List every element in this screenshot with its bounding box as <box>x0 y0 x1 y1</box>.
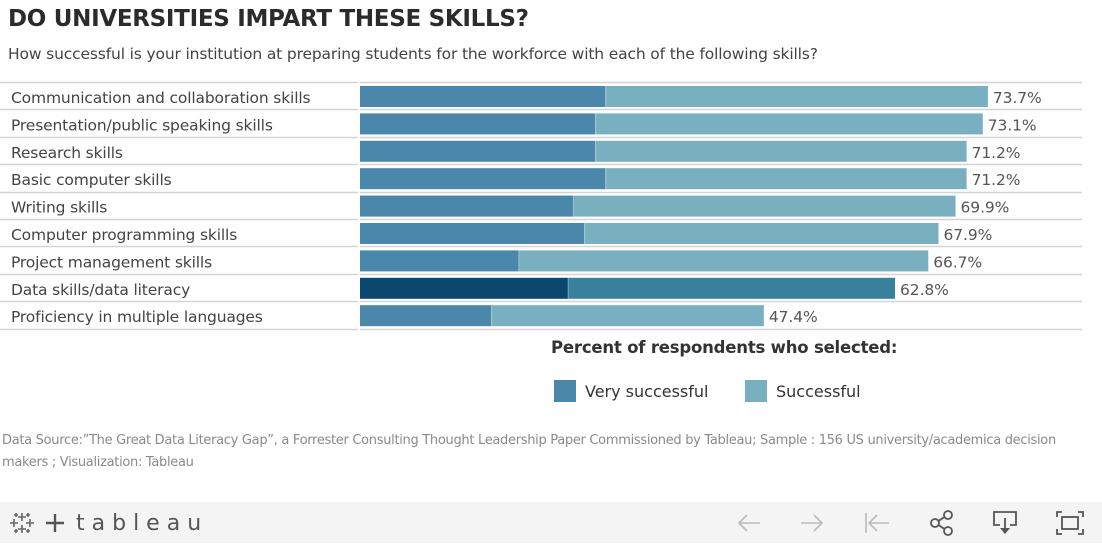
total-value-label: 66.7% <box>933 253 982 271</box>
tableau-wordmark: tableau <box>76 510 209 536</box>
fullscreen-button[interactable] <box>1055 508 1085 538</box>
share-button[interactable] <box>927 508 957 538</box>
redo-button[interactable] <box>797 508 827 538</box>
total-value-label: 71.2% <box>972 144 1021 162</box>
bar-successful[interactable] <box>595 113 983 135</box>
total-value-label: 47.4% <box>769 308 818 326</box>
bar-successful[interactable] <box>595 140 967 162</box>
arrow-left-icon <box>737 514 760 532</box>
bar-successful[interactable] <box>573 195 956 217</box>
stacked-bar-chart: Communication and collaboration skills 73… <box>0 81 1082 331</box>
category-label: Research skills <box>11 144 123 162</box>
total-value-label: 73.7% <box>993 89 1042 107</box>
bar-successful[interactable] <box>605 86 988 107</box>
bar-successful[interactable] <box>584 223 939 244</box>
total-value-label: 69.9% <box>961 199 1010 217</box>
bar-very-successful[interactable] <box>360 250 519 272</box>
bar-successful[interactable] <box>491 305 764 327</box>
revert-icon <box>865 513 889 533</box>
bar-very-successful[interactable] <box>360 168 606 190</box>
legend-label-successful: Successful <box>776 381 861 401</box>
data-source-note: Data Source:”The Great Data Literacy Gap… <box>2 433 1056 470</box>
bar-very-successful[interactable] <box>360 140 596 162</box>
tableau-logo-icon <box>10 513 34 533</box>
fullscreen-icon <box>1056 511 1084 535</box>
total-value-label: 71.2% <box>972 171 1021 189</box>
total-value-label: 73.1% <box>988 116 1037 134</box>
share-icon <box>930 510 953 536</box>
bar-very-successful[interactable] <box>360 86 606 107</box>
undo-button[interactable] <box>734 508 764 538</box>
legend-item-successful[interactable]: Successful <box>745 380 861 402</box>
tableau-toolbar: tableau <box>0 502 1102 543</box>
bar-very-successful[interactable] <box>360 277 568 299</box>
legend-swatch-successful <box>745 380 767 402</box>
bar-very-successful[interactable] <box>360 305 492 327</box>
total-value-label: 62.8% <box>900 281 949 299</box>
bar-very-successful[interactable] <box>360 223 585 244</box>
bar-very-successful[interactable] <box>360 113 596 135</box>
bar-very-successful[interactable] <box>360 195 573 217</box>
legend-label-very-successful: Very successful <box>585 381 709 401</box>
revert-button[interactable] <box>862 508 892 538</box>
category-label: Communication and collaboration skills <box>11 89 311 107</box>
legend-swatch-very-successful <box>554 380 576 402</box>
arrow-right-icon <box>801 514 824 532</box>
legend-item-very-successful[interactable]: Very successful <box>554 380 708 402</box>
tableau-plus-icon <box>46 514 64 532</box>
category-label: Data skills/data literacy <box>11 281 190 299</box>
download-button[interactable] <box>990 508 1020 538</box>
bar-successful[interactable] <box>605 168 967 190</box>
download-icon <box>993 511 1017 534</box>
category-label: Proficiency in multiple languages <box>11 308 263 326</box>
total-value-label: 67.9% <box>944 226 993 244</box>
category-label: Basic computer skills <box>11 171 172 189</box>
bar-successful[interactable] <box>518 250 929 272</box>
category-label: Writing skills <box>11 199 107 217</box>
category-label: Computer programming skills <box>11 226 237 244</box>
category-label: Presentation/public speaking skills <box>11 116 273 134</box>
legend-title: Percent of respondents who selected: <box>551 338 898 357</box>
bar-successful[interactable] <box>567 277 896 299</box>
category-label: Project management skills <box>11 253 212 271</box>
tableau-logo[interactable]: tableau <box>8 509 208 537</box>
